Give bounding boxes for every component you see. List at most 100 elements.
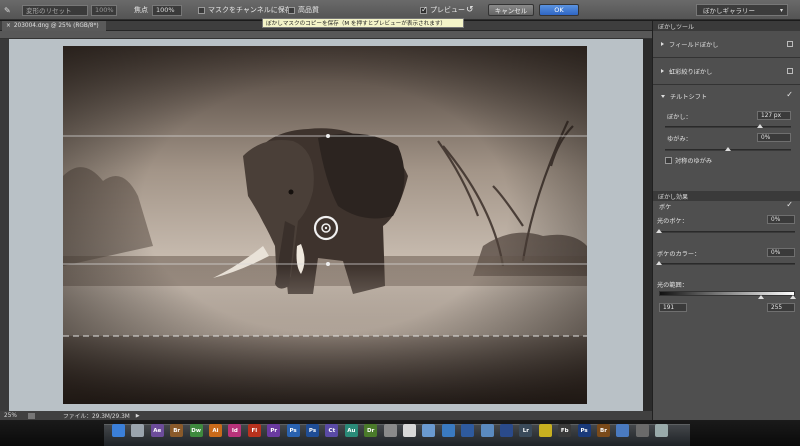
light-range-low-input[interactable]: 191: [659, 303, 687, 312]
slider-thumb[interactable]: [656, 229, 662, 233]
status-menu-arrow-icon[interactable]: ▶: [136, 413, 140, 419]
high-quality-checkbox-group[interactable]: 高品質: [288, 4, 319, 16]
file-info: ファイル：29.3M/29.3M: [63, 414, 130, 420]
focus-input[interactable]: 100%: [152, 4, 182, 16]
reset-icon[interactable]: ↺: [466, 4, 474, 16]
dock-app-icon[interactable]: [500, 424, 513, 437]
dock-app-icon[interactable]: Ps: [286, 424, 300, 437]
light-range-low-thumb[interactable]: [758, 295, 764, 299]
dock-app-icon[interactable]: [422, 424, 436, 437]
disclosure-triangle-icon[interactable]: [661, 42, 664, 46]
dock-app-icon[interactable]: Br: [170, 424, 184, 437]
save-mask-checkbox-group[interactable]: マスクをチャンネルに保存: [198, 4, 292, 16]
close-icon[interactable]: ×: [6, 23, 11, 29]
blur-amount-slider[interactable]: [665, 124, 791, 128]
dock-app-icon[interactable]: [480, 424, 494, 437]
dock-app-icon[interactable]: [131, 424, 145, 437]
checkmark-icon[interactable]: ✓: [786, 200, 793, 209]
reset-field-group: 変形のリセット 100%: [22, 4, 117, 16]
blur-amount-input[interactable]: 127 px: [757, 111, 791, 120]
slider-thumb[interactable]: [725, 147, 731, 151]
dock-app-icon[interactable]: Ae: [150, 424, 164, 437]
doc-info-icon[interactable]: [28, 412, 35, 419]
high-quality-checkbox[interactable]: [288, 6, 295, 14]
dock-app-icon[interactable]: Id: [228, 424, 242, 437]
dock: Ae Br Dw Ai Id Fl Pr Ps Ps Ct Au Dr Lr Fb Ps Br: [0, 420, 800, 446]
chevron-down-icon: ▾: [779, 6, 783, 14]
rotate-handle-top[interactable]: [326, 134, 330, 138]
save-mask-checkbox[interactable]: [198, 6, 205, 14]
dock-app-icon[interactable]: [441, 424, 455, 437]
dock-app-icon[interactable]: Ps: [577, 424, 591, 437]
dock-app-icon[interactable]: [538, 424, 552, 437]
light-range-high-thumb[interactable]: [790, 295, 796, 299]
dock-app-icon[interactable]: Pr: [267, 424, 281, 437]
document-canvas-image[interactable]: [63, 46, 587, 404]
bokeh-color-input[interactable]: 0%: [767, 248, 795, 257]
dock-app-icon[interactable]: Dw: [189, 424, 203, 437]
dock-app-icon[interactable]: Fb: [558, 424, 572, 437]
distortion-input[interactable]: 0%: [757, 133, 791, 142]
ok-button[interactable]: OK: [539, 4, 579, 16]
zoom-level[interactable]: 25%: [4, 413, 28, 419]
dock-app-icon[interactable]: Lr: [519, 424, 533, 437]
vertical-scrollbar[interactable]: [643, 39, 652, 411]
horizontal-ruler: [0, 31, 652, 46]
light-range-gradient[interactable]: [659, 291, 795, 296]
rotate-handle-bottom[interactable]: [326, 262, 330, 266]
cancel-button[interactable]: キャンセル: [488, 4, 534, 16]
blur-amount-label: ぼかし：: [667, 113, 692, 121]
dock-app-icon[interactable]: Au: [344, 424, 358, 437]
dock-app-icon[interactable]: Ps: [306, 424, 319, 437]
workspace-select[interactable]: ぼかしギャラリー ▾: [696, 4, 788, 16]
dock-app-icon[interactable]: [383, 424, 397, 437]
enable-checkbox[interactable]: [787, 68, 793, 74]
light-bokeh-input[interactable]: 0%: [767, 215, 795, 224]
reset-field-value[interactable]: 100%: [91, 4, 117, 16]
dock-app-icon[interactable]: Dr: [364, 424, 378, 437]
dock-app-icon[interactable]: Br: [597, 424, 610, 437]
status-bar: 25% ファイル：29.3M/29.3M ▶: [0, 411, 652, 420]
dock-app-icon[interactable]: Ct: [325, 424, 339, 437]
light-bokeh-slider[interactable]: [656, 229, 795, 233]
dock-app-icon[interactable]: [616, 424, 630, 437]
blur-gallery-panel: ぼかしツール フィールドぼかし 虹彩絞りぼかし チルトシフト ✓ ぼかし： 12…: [652, 21, 800, 420]
dock-app-icon[interactable]: Fl: [247, 424, 261, 437]
dock-app-icon[interactable]: [461, 424, 475, 437]
divider: [653, 84, 800, 85]
dock-app-icon[interactable]: [112, 424, 125, 437]
options-bar: ✎ 変形のリセット 100% 焦点 100% マスクをチャンネルに保存 高品質 …: [0, 0, 800, 20]
tilt-shift-row[interactable]: チルトシフト ✓: [657, 90, 797, 101]
bokeh-row[interactable]: ボケ ✓: [657, 200, 797, 211]
dock-app-icon[interactable]: [403, 424, 416, 437]
light-range-high-input[interactable]: 255: [767, 303, 795, 312]
slider-thumb[interactable]: [656, 261, 662, 265]
slider-thumb[interactable]: [756, 124, 763, 128]
dock-app-icon[interactable]: Ai: [209, 424, 222, 437]
symmetric-distortion-row[interactable]: 対称のゆがみ: [665, 155, 800, 165]
field-blur-row[interactable]: フィールドぼかし: [657, 39, 797, 49]
dock-app-icon[interactable]: [635, 424, 649, 437]
reset-field-label[interactable]: 変形のリセット: [22, 4, 88, 16]
symmetric-distortion-label: 対称のゆがみ: [675, 157, 713, 165]
disclosure-triangle-open-icon[interactable]: [661, 94, 665, 98]
preview-checkbox[interactable]: [420, 5, 428, 14]
symmetric-distortion-checkbox[interactable]: [665, 156, 672, 164]
iris-blur-row[interactable]: 虹彩絞りぼかし: [657, 66, 797, 76]
enable-checkbox[interactable]: [787, 41, 793, 47]
checkmark-icon[interactable]: ✓: [786, 90, 793, 99]
preview-label: プレビュー: [430, 6, 465, 14]
dock-app-icon[interactable]: [655, 424, 669, 437]
divider: [653, 57, 800, 58]
disclosure-triangle-icon[interactable]: [661, 69, 664, 73]
bokeh-color-slider[interactable]: [656, 261, 795, 265]
tool-icon[interactable]: ✎: [4, 4, 11, 16]
workspace-select-label: ぼかしギャラリー: [703, 7, 755, 15]
distortion-slider[interactable]: [665, 147, 791, 151]
preview-checkbox-group[interactable]: プレビュー: [420, 4, 465, 16]
distortion-label: ゆがみ：: [667, 135, 692, 143]
focus-group: 焦点 100%: [134, 4, 182, 16]
save-mask-label: マスクをチャンネルに保存: [208, 6, 292, 14]
document-tab[interactable]: × 203004.dng @ 25% (RGB/8*): [2, 21, 106, 31]
iris-blur-label: 虹彩絞りぼかし: [669, 68, 713, 76]
